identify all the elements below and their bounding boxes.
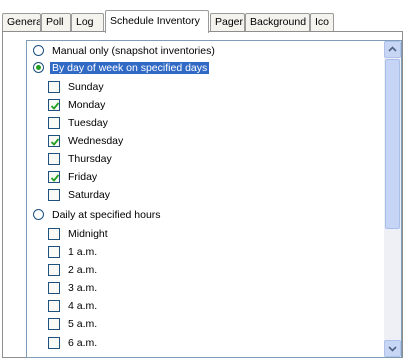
radio-button[interactable] (33, 45, 44, 56)
checkbox-label: Tuesday (68, 116, 108, 129)
schedule-options-list[interactable]: Manual only (snapshot inventories) By da… (26, 40, 402, 358)
checkbox-sunday[interactable]: Sunday (48, 78, 106, 95)
chevron-up-icon (388, 46, 397, 52)
checkbox[interactable] (48, 281, 60, 294)
radio-by-day-of-week-label: By day of week on specified days (50, 61, 210, 74)
checkbox-label: Monday (68, 98, 106, 111)
checkmark-icon (50, 173, 60, 182)
tab-strip: General Poll Log Schedule Inventory Page… (2, 10, 406, 33)
checkbox-label: Thursday (68, 152, 112, 165)
checkbox-3am[interactable]: 3 a.m. (48, 279, 99, 296)
checkbox[interactable] (48, 116, 60, 129)
checkbox[interactable] (48, 336, 60, 349)
tab-poll[interactable]: Poll (41, 13, 71, 31)
tab-general[interactable]: General (2, 13, 41, 31)
checkbox-label: Midnight (68, 227, 108, 240)
checkbox-label: 4 a.m. (68, 299, 98, 312)
checkbox-label: 2 a.m. (68, 263, 98, 276)
checkbox-label: 5 a.m. (68, 317, 98, 330)
vertical-scrollbar[interactable] (384, 41, 401, 357)
tab-pager[interactable]: Pager (210, 13, 245, 31)
checkbox-1am[interactable]: 1 a.m. (48, 243, 99, 260)
checkbox[interactable] (48, 299, 60, 312)
checkbox[interactable] (48, 188, 60, 201)
checkbox[interactable] (48, 245, 60, 258)
checkbox-tuesday[interactable]: Tuesday (48, 114, 110, 131)
checkbox-label: Saturday (68, 188, 111, 201)
radio-button[interactable] (33, 62, 44, 73)
checkbox-label: Sunday (68, 80, 104, 93)
chevron-down-icon (388, 346, 397, 352)
radio-by-day-of-week[interactable]: By day of week on specified days (33, 59, 210, 76)
checkbox-saturday[interactable]: Saturday (48, 186, 112, 203)
checkbox-label: 6 a.m. (68, 336, 98, 349)
checkbox-friday[interactable]: Friday (48, 168, 99, 185)
checkbox-label: 1 a.m. (68, 245, 98, 258)
checkbox[interactable] (48, 227, 60, 240)
radio-daily-at-hours[interactable]: Daily at specified hours (33, 206, 163, 223)
checkmark-icon (50, 137, 60, 146)
scroll-up-button[interactable] (384, 41, 401, 58)
checkbox[interactable] (48, 263, 60, 276)
checkbox-2am[interactable]: 2 a.m. (48, 261, 99, 278)
checkbox-6am[interactable]: 6 a.m. (48, 334, 99, 351)
checkbox[interactable] (48, 80, 60, 93)
tab-log[interactable]: Log (71, 13, 104, 31)
checkbox-label: 3 a.m. (68, 281, 98, 294)
tab-icon[interactable]: Ico (310, 13, 334, 31)
checkbox[interactable] (48, 317, 60, 330)
radio-manual-only-label: Manual only (snapshot inventories) (52, 44, 215, 57)
checkbox-4am[interactable]: 4 a.m. (48, 297, 99, 314)
options-dialog: General Poll Log Schedule Inventory Page… (0, 0, 406, 358)
checkbox-thursday[interactable]: Thursday (48, 150, 114, 167)
checkbox[interactable] (48, 134, 60, 147)
radio-button[interactable] (33, 209, 44, 220)
checkbox[interactable] (48, 152, 60, 165)
tab-background[interactable]: Background (245, 13, 310, 31)
checkbox[interactable] (48, 98, 60, 111)
checkbox-midnight[interactable]: Midnight (48, 225, 110, 242)
checkbox-5am[interactable]: 5 a.m. (48, 315, 99, 332)
scrollbar-thumb[interactable] (385, 59, 400, 229)
checkbox-wednesday[interactable]: Wednesday (48, 132, 125, 149)
scroll-down-button[interactable] (384, 340, 401, 357)
checkmark-icon (50, 101, 60, 110)
radio-manual-only[interactable]: Manual only (snapshot inventories) (33, 42, 217, 59)
checkbox-label: Friday (68, 170, 98, 183)
checkbox[interactable] (48, 170, 60, 183)
tab-schedule-inventory[interactable]: Schedule Inventory (105, 10, 209, 33)
checkbox-monday[interactable]: Monday (48, 96, 107, 113)
checkbox-label: Wednesday (68, 134, 124, 147)
radio-daily-at-hours-label: Daily at specified hours (52, 208, 161, 221)
